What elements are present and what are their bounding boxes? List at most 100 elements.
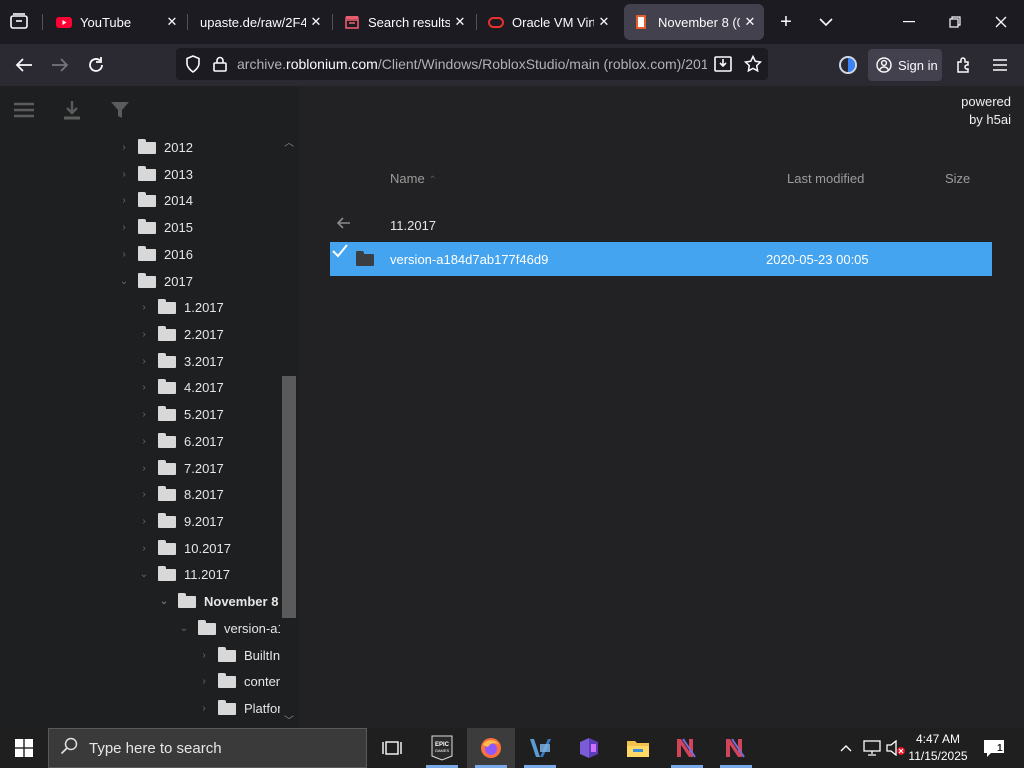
forward-icon[interactable] — [47, 53, 73, 77]
tree-item-current[interactable]: ⌄ November 8 — [156, 588, 280, 614]
chevron-right-icon[interactable]: › — [196, 676, 212, 687]
star-icon[interactable] — [740, 52, 766, 76]
tree-item[interactable]: › 8.2017 — [136, 481, 280, 507]
chevron-right-icon[interactable]: › — [116, 222, 132, 233]
system-clock[interactable]: 4:47 AM 11/15/2025 — [906, 731, 970, 765]
tree-item[interactable]: › 5.2017 — [136, 401, 280, 427]
menu-icon[interactable] — [987, 53, 1013, 77]
chevron-right-icon[interactable]: › — [196, 703, 212, 714]
file-explorer-icon[interactable] — [614, 728, 662, 768]
close-icon[interactable]: ✕ — [450, 14, 470, 30]
close-icon[interactable]: ✕ — [162, 14, 182, 30]
scroll-down-icon[interactable]: ﹀ — [284, 712, 294, 727]
close-icon[interactable]: ✕ — [306, 14, 326, 30]
chevron-right-icon[interactable]: › — [116, 195, 132, 206]
chevron-right-icon[interactable]: › — [136, 516, 152, 527]
chevron-right-icon[interactable]: › — [116, 142, 132, 153]
epic-games-icon[interactable]: EPIC GAMES — [418, 728, 466, 768]
start-button[interactable] — [0, 728, 48, 768]
taskbar-search[interactable]: Type here to search — [48, 728, 367, 768]
tree-item[interactable]: ⌄ version-a1 — [176, 615, 280, 641]
close-icon[interactable]: ✕ — [740, 14, 760, 30]
tree-item[interactable]: ⌄ 11.2017 — [136, 561, 280, 587]
chevron-right-icon[interactable]: › — [116, 249, 132, 260]
chevron-down-icon[interactable]: ⌄ — [176, 623, 192, 634]
firefox-icon[interactable] — [467, 728, 515, 768]
notification-button[interactable]: 1 — [978, 728, 1010, 768]
tree-item[interactable]: › BuiltIn — [196, 642, 280, 668]
chevron-down-icon[interactable] — [814, 10, 838, 34]
reload-icon[interactable] — [83, 53, 109, 77]
shield-icon[interactable] — [180, 52, 206, 76]
tree-item[interactable]: › conter — [196, 668, 280, 694]
column-header-name[interactable]: Name ⌃ — [390, 171, 437, 186]
chevron-right-icon[interactable]: › — [136, 329, 152, 340]
chevron-right-icon[interactable]: › — [196, 650, 212, 661]
tab-upaste[interactable]: upaste.de/raw/2F4 ✕ — [190, 4, 330, 40]
chevron-right-icon[interactable]: › — [136, 463, 152, 474]
tree-item[interactable]: › 4.2017 — [136, 374, 280, 400]
tree-item[interactable]: › 2.2017 — [136, 321, 280, 347]
network-icon[interactable] — [861, 728, 883, 768]
volume-muted-icon[interactable] — [885, 728, 907, 768]
tab-november-8[interactable]: November 8 (0.2 ✕ — [624, 4, 764, 40]
tree-item[interactable]: › 2016 — [116, 241, 274, 267]
scrollbar-thumb[interactable] — [282, 376, 296, 618]
item-name[interactable]: version-a184d7ab177f46d9 — [390, 252, 548, 267]
window-close-icon[interactable] — [989, 10, 1013, 34]
tree-item[interactable]: › 1.2017 — [136, 294, 280, 320]
sidebar-toggle-icon[interactable] — [12, 98, 36, 122]
virtualbox-icon[interactable] — [516, 728, 564, 768]
chevron-right-icon[interactable]: › — [116, 169, 132, 180]
list-item-selected[interactable]: version-a184d7ab177f46d9 2020-05-23 00:0… — [330, 242, 992, 276]
chevron-right-icon[interactable]: › — [136, 436, 152, 447]
back-icon[interactable] — [11, 53, 37, 77]
chevron-right-icon[interactable]: › — [136, 543, 152, 554]
parent-folder-row[interactable]: 11.2017 — [330, 205, 992, 245]
tab-search-results[interactable]: Search results fo ✕ — [334, 4, 474, 40]
download-icon[interactable] — [60, 98, 84, 122]
tree-item[interactable]: › 7.2017 — [136, 455, 280, 481]
chevron-right-icon[interactable]: › — [136, 382, 152, 393]
lock-icon[interactable] — [207, 52, 233, 76]
scroll-up-icon[interactable]: ︿ — [284, 134, 294, 149]
address-bar[interactable]: archive.roblonium.com/Client/Windows/Rob… — [176, 48, 768, 80]
checkmark-icon[interactable] — [332, 244, 348, 263]
tree-item[interactable]: › 10.2017 — [136, 535, 280, 561]
tree-item[interactable]: › 2014 — [116, 187, 274, 213]
app-n-icon[interactable] — [663, 728, 711, 768]
sidebar-scrollbar[interactable]: ︿ ﹀ — [280, 134, 298, 728]
tree-item[interactable]: › 2012 — [116, 134, 274, 160]
tree-item[interactable]: › 9.2017 — [136, 508, 280, 534]
tree-item[interactable]: › 2015 — [116, 214, 274, 240]
filter-icon[interactable] — [108, 98, 132, 122]
tab-list-icon[interactable] — [6, 9, 32, 33]
restore-icon[interactable] — [943, 10, 967, 34]
download-page-icon[interactable] — [710, 52, 736, 76]
chevron-right-icon[interactable]: › — [136, 356, 152, 367]
app-icon[interactable] — [565, 728, 613, 768]
chevron-down-icon[interactable]: ⌄ — [116, 276, 132, 287]
vpn-icon[interactable] — [835, 53, 861, 77]
column-header-modified[interactable]: Last modified — [787, 171, 864, 186]
tree-item[interactable]: › Platfor — [196, 695, 280, 721]
tab-oracle-vm[interactable]: Oracle VM Virtu ✕ — [478, 4, 618, 40]
tree-item[interactable]: › 2013 — [116, 161, 274, 187]
close-icon[interactable]: ✕ — [594, 14, 614, 30]
chevron-right-icon[interactable]: › — [136, 489, 152, 500]
chevron-down-icon[interactable]: ⌄ — [136, 569, 152, 580]
minimize-icon[interactable] — [897, 10, 921, 34]
app-n-icon[interactable] — [712, 728, 760, 768]
powered-by-link[interactable]: powered by h5ai — [961, 93, 1011, 129]
new-tab-icon[interactable]: + — [774, 10, 798, 34]
tree-item[interactable]: › 3.2017 — [136, 348, 280, 374]
tree-item[interactable]: ⌄ 2017 — [116, 268, 274, 294]
extensions-icon[interactable] — [951, 53, 977, 77]
url-text[interactable]: archive.roblonium.com/Client/Windows/Rob… — [237, 56, 707, 72]
chevron-right-icon[interactable]: › — [136, 302, 152, 313]
chevron-up-icon[interactable] — [836, 728, 856, 768]
chevron-down-icon[interactable]: ⌄ — [156, 596, 172, 607]
column-header-size[interactable]: Size — [945, 171, 970, 186]
chevron-right-icon[interactable]: › — [136, 409, 152, 420]
tree-item[interactable]: › 6.2017 — [136, 428, 280, 454]
